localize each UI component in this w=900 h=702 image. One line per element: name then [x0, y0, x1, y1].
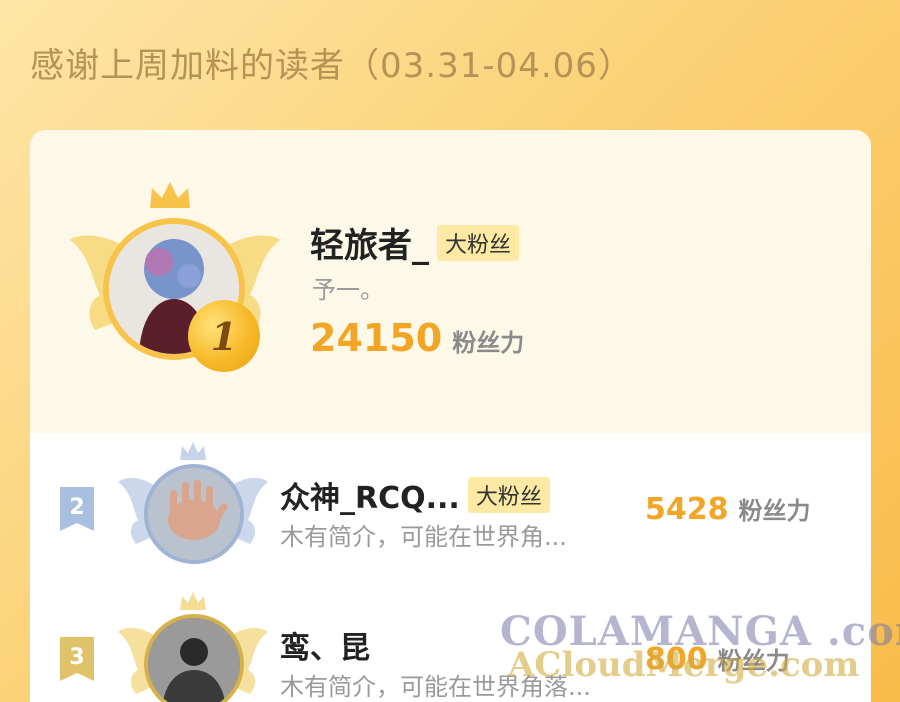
list-item[interactable]: 3 鸾、昆 木有简介，可能在世界角落... 800 粉丝力 — [30, 583, 871, 702]
user-name[interactable]: 众神_RCQ... — [280, 473, 460, 517]
avatar-group[interactable] — [118, 438, 268, 578]
svg-text:3: 3 — [69, 645, 84, 670]
fan-ranking-card: 1 轻旅者_ 大粉丝 予一。 24150 粉丝力 2 众神_RCQ... 大粉丝… — [30, 130, 871, 702]
user-name[interactable]: 轻旅者_ — [310, 218, 429, 267]
user-bio: 予一。 — [312, 276, 384, 304]
fan-score-unit: 粉丝力 — [452, 329, 525, 357]
fan-score: 5428 粉丝力 — [645, 491, 811, 527]
rank-2-flag-icon: 2 — [60, 487, 94, 531]
rank-list: 2 众神_RCQ... 大粉丝 木有简介，可能在世界角... 5428 粉丝力 … — [30, 433, 871, 702]
list-item[interactable]: 2 众神_RCQ... 大粉丝 木有简介，可能在世界角... 5428 粉丝力 — [30, 433, 871, 583]
fan-score-value: 24150 — [310, 316, 443, 360]
avatar[interactable] — [144, 464, 244, 564]
fan-level-badge: 大粉丝 — [437, 224, 520, 261]
fan-score-value: 5428 — [645, 492, 729, 527]
fan-score: 800 粉丝力 — [645, 641, 790, 677]
page-title: 感谢上周加料的读者（03.31-04.06） — [30, 46, 633, 86]
user-name[interactable]: 鸾、昆 — [280, 623, 370, 667]
avatar-image — [148, 618, 240, 702]
name-row: 鸾、昆 — [280, 623, 370, 667]
user-bio: 木有简介，可能在世界角落... — [280, 673, 591, 701]
svg-text:2: 2 — [69, 495, 84, 520]
avatar-image — [148, 468, 240, 560]
top-fan-name-row: 轻旅者_ 大粉丝 — [310, 218, 520, 267]
fan-score-unit: 粉丝力 — [717, 647, 790, 675]
name-row: 众神_RCQ... 大粉丝 — [280, 473, 550, 517]
rank-3-flag-icon: 3 — [60, 637, 94, 681]
user-bio: 木有简介，可能在世界角... — [280, 523, 567, 551]
fan-score: 24150 粉丝力 — [310, 316, 524, 360]
top-fan-avatar-group[interactable]: 1 — [70, 180, 280, 380]
rank-1-medal: 1 — [188, 300, 260, 372]
fan-score-unit: 粉丝力 — [738, 497, 811, 525]
fan-score-value: 800 — [645, 642, 708, 677]
top-fan-section[interactable]: 1 轻旅者_ 大粉丝 予一。 24150 粉丝力 — [30, 130, 871, 433]
crown-icon — [150, 182, 190, 208]
fan-level-badge: 大粉丝 — [467, 477, 550, 513]
avatar-group[interactable] — [118, 588, 268, 702]
